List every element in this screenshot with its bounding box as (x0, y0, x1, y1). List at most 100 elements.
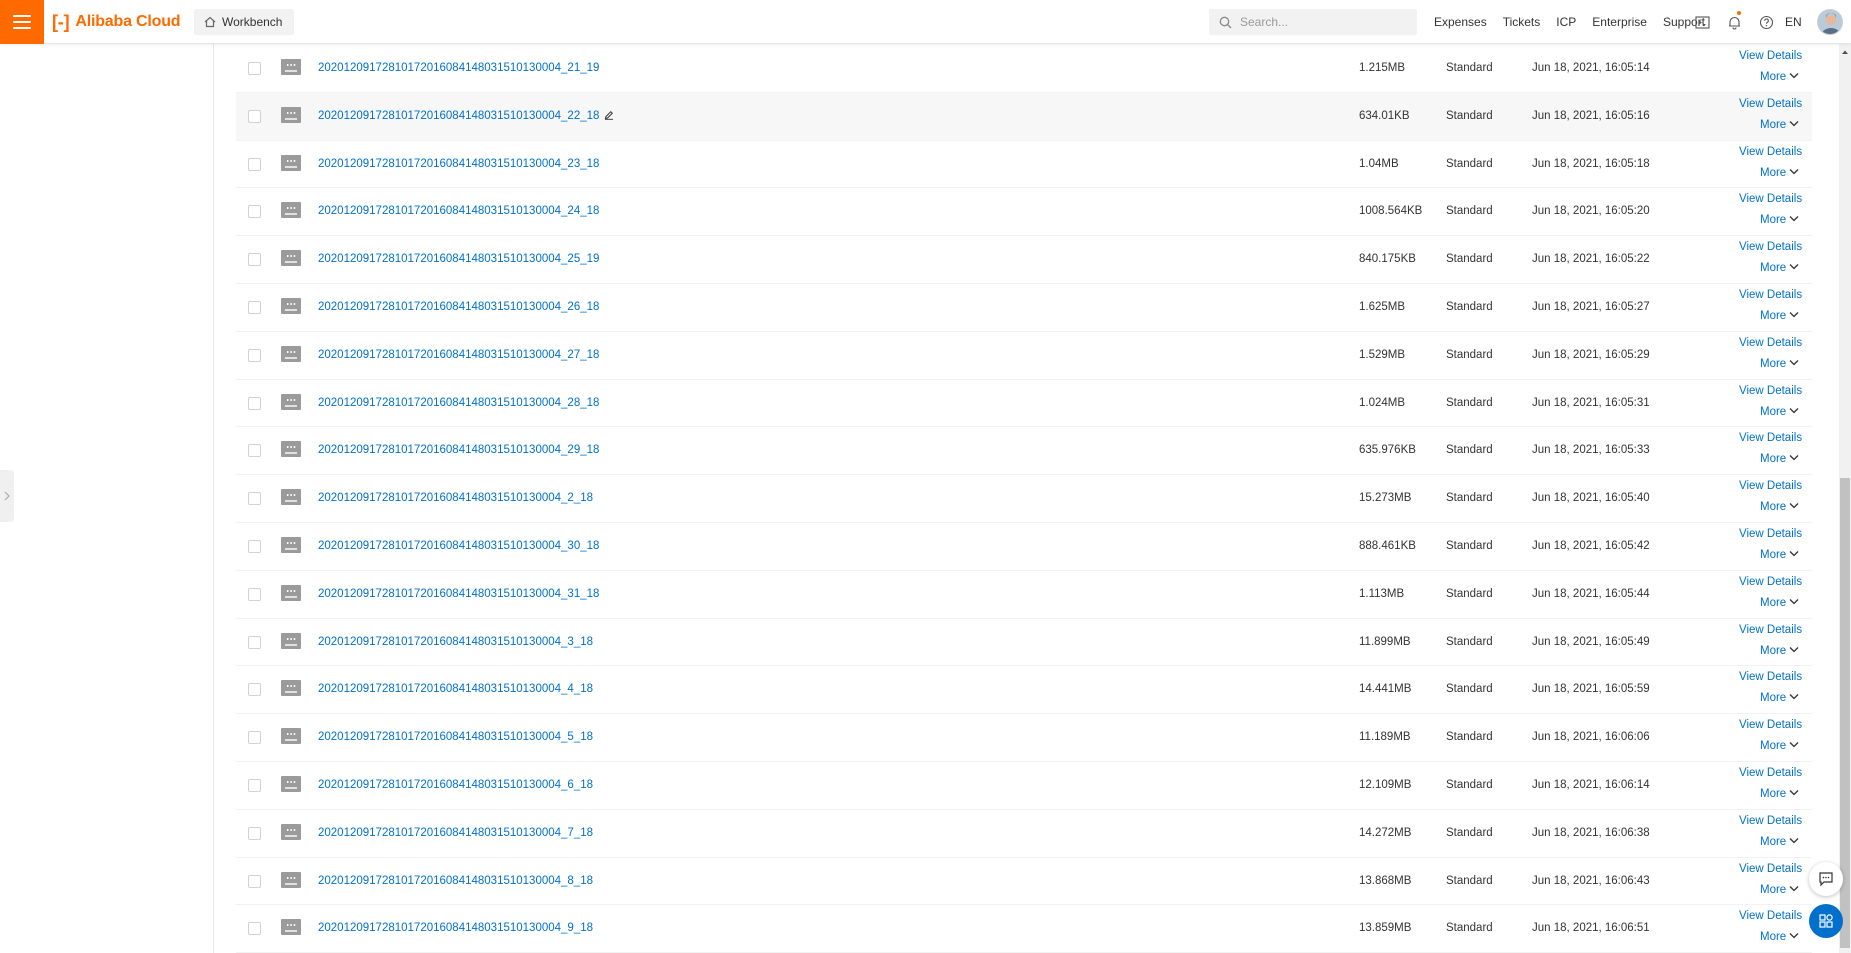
more-actions-dropdown[interactable]: More (1760, 740, 1799, 752)
view-details-link[interactable]: View Details (1739, 289, 1802, 301)
more-actions-dropdown[interactable]: More (1760, 119, 1799, 131)
view-details-link[interactable]: View Details (1739, 98, 1802, 110)
file-name-link[interactable]: 20201209172810172016084148031510130004_3… (318, 636, 593, 648)
table-row[interactable]: 20201209172810172016084148031510130004_9… (236, 905, 1812, 953)
file-name-link[interactable]: 20201209172810172016084148031510130004_2… (318, 158, 599, 170)
row-checkbox[interactable] (248, 396, 261, 410)
file-name-link[interactable]: 20201209172810172016084148031510130004_2… (318, 444, 599, 456)
row-checkbox[interactable] (248, 539, 261, 553)
file-name-link[interactable]: 20201209172810172016084148031510130004_2… (318, 492, 593, 504)
hamburger-menu-button[interactable] (0, 0, 44, 44)
nav-link-tickets[interactable]: Tickets (1503, 15, 1541, 29)
view-details-link[interactable]: View Details (1739, 910, 1802, 922)
row-checkbox[interactable] (248, 157, 261, 171)
terminal-button[interactable] (1686, 0, 1718, 44)
table-row[interactable]: 20201209172810172016084148031510130004_4… (236, 666, 1812, 715)
user-avatar[interactable] (1817, 9, 1843, 35)
view-details-link[interactable]: View Details (1739, 146, 1802, 158)
nav-link-icp[interactable]: ICP (1556, 15, 1576, 29)
table-row[interactable]: 20201209172810172016084148031510130004_3… (236, 619, 1812, 667)
file-name-link[interactable]: 20201209172810172016084148031510130004_2… (318, 349, 599, 361)
view-details-link[interactable]: View Details (1739, 480, 1802, 492)
more-actions-dropdown[interactable]: More (1760, 549, 1799, 561)
chat-support-button[interactable] (1809, 862, 1843, 896)
more-actions-dropdown[interactable]: More (1760, 406, 1799, 418)
search-input[interactable] (1240, 15, 1400, 29)
row-checkbox[interactable] (248, 444, 261, 458)
table-row[interactable]: 20201209172810172016084148031510130004_2… (236, 45, 1812, 93)
file-name-link[interactable]: 20201209172810172016084148031510130004_6… (318, 779, 593, 791)
table-row[interactable]: 20201209172810172016084148031510130004_3… (236, 571, 1812, 619)
file-name-link[interactable]: 20201209172810172016084148031510130004_9… (318, 922, 593, 934)
file-name-link[interactable]: 20201209172810172016084148031510130004_8… (318, 875, 593, 887)
more-actions-dropdown[interactable]: More (1760, 71, 1799, 83)
more-actions-dropdown[interactable]: More (1760, 501, 1799, 513)
row-checkbox[interactable] (248, 731, 261, 745)
edit-icon[interactable] (604, 110, 614, 120)
row-checkbox[interactable] (248, 778, 261, 792)
view-details-link[interactable]: View Details (1739, 385, 1802, 397)
row-checkbox[interactable] (248, 109, 261, 123)
row-checkbox[interactable] (248, 587, 261, 601)
table-row[interactable]: 20201209172810172016084148031510130004_2… (236, 284, 1812, 332)
file-name-link[interactable]: 20201209172810172016084148031510130004_5… (318, 731, 593, 743)
file-name-link[interactable]: 20201209172810172016084148031510130004_2… (318, 205, 599, 217)
row-checkbox[interactable] (248, 874, 261, 888)
more-actions-dropdown[interactable]: More (1760, 167, 1799, 179)
table-row[interactable]: 20201209172810172016084148031510130004_6… (236, 762, 1812, 810)
view-details-link[interactable]: View Details (1739, 863, 1802, 875)
more-actions-dropdown[interactable]: More (1760, 262, 1799, 274)
more-actions-dropdown[interactable]: More (1760, 597, 1799, 609)
table-row[interactable]: 20201209172810172016084148031510130004_2… (236, 332, 1812, 380)
more-actions-dropdown[interactable]: More (1760, 788, 1799, 800)
search-box[interactable] (1209, 9, 1417, 35)
alibaba-cloud-logo[interactable]: [-] Alibaba Cloud (52, 0, 181, 44)
row-checkbox[interactable] (248, 635, 261, 649)
file-name-link[interactable]: 20201209172810172016084148031510130004_2… (318, 62, 599, 74)
more-actions-dropdown[interactable]: More (1760, 310, 1799, 322)
row-checkbox[interactable] (248, 253, 261, 267)
table-row[interactable]: 20201209172810172016084148031510130004_2… (236, 427, 1812, 476)
view-details-link[interactable]: View Details (1739, 624, 1802, 636)
nav-link-expenses[interactable]: Expenses (1434, 15, 1487, 29)
more-actions-dropdown[interactable]: More (1760, 836, 1799, 848)
view-details-link[interactable]: View Details (1739, 50, 1802, 62)
row-checkbox[interactable] (248, 348, 261, 362)
view-details-link[interactable]: View Details (1739, 671, 1802, 683)
table-row[interactable]: 20201209172810172016084148031510130004_8… (236, 858, 1812, 906)
more-actions-dropdown[interactable]: More (1760, 214, 1799, 226)
view-details-link[interactable]: View Details (1739, 337, 1802, 349)
sidebar-expand-handle[interactable] (0, 470, 14, 522)
more-actions-dropdown[interactable]: More (1760, 692, 1799, 704)
more-actions-dropdown[interactable]: More (1760, 358, 1799, 370)
more-actions-dropdown[interactable]: More (1760, 453, 1799, 465)
table-row[interactable]: 20201209172810172016084148031510130004_2… (236, 92, 1812, 141)
language-switch[interactable]: EN (1785, 0, 1802, 44)
file-name-link[interactable]: 20201209172810172016084148031510130004_3… (318, 540, 599, 552)
file-name-link[interactable]: 20201209172810172016084148031510130004_2… (318, 397, 599, 409)
view-details-link[interactable]: View Details (1739, 815, 1802, 827)
scroll-up-arrow-icon[interactable] (1840, 47, 1850, 57)
table-row[interactable]: 20201209172810172016084148031510130004_2… (236, 236, 1812, 284)
row-checkbox[interactable] (248, 205, 261, 219)
more-actions-dropdown[interactable]: More (1760, 931, 1799, 943)
table-row[interactable]: 20201209172810172016084148031510130004_3… (236, 523, 1812, 571)
help-button[interactable] (1750, 0, 1782, 44)
row-checkbox[interactable] (248, 300, 261, 314)
view-details-link[interactable]: View Details (1739, 193, 1802, 205)
view-details-link[interactable]: View Details (1739, 576, 1802, 588)
view-details-link[interactable]: View Details (1739, 241, 1802, 253)
workbench-button[interactable]: Workbench (194, 9, 295, 35)
table-row[interactable]: 20201209172810172016084148031510130004_2… (236, 475, 1812, 523)
file-name-link[interactable]: 20201209172810172016084148031510130004_4… (318, 683, 593, 695)
row-checkbox[interactable] (248, 492, 261, 506)
more-actions-dropdown[interactable]: More (1760, 884, 1799, 896)
apps-button[interactable] (1809, 904, 1843, 938)
table-row[interactable]: 20201209172810172016084148031510130004_2… (236, 141, 1812, 189)
row-checkbox[interactable] (248, 62, 261, 75)
view-details-link[interactable]: View Details (1739, 767, 1802, 779)
row-checkbox[interactable] (248, 826, 261, 840)
view-details-link[interactable]: View Details (1739, 719, 1802, 731)
notifications-button[interactable] (1718, 0, 1750, 44)
nav-link-enterprise[interactable]: Enterprise (1592, 15, 1647, 29)
